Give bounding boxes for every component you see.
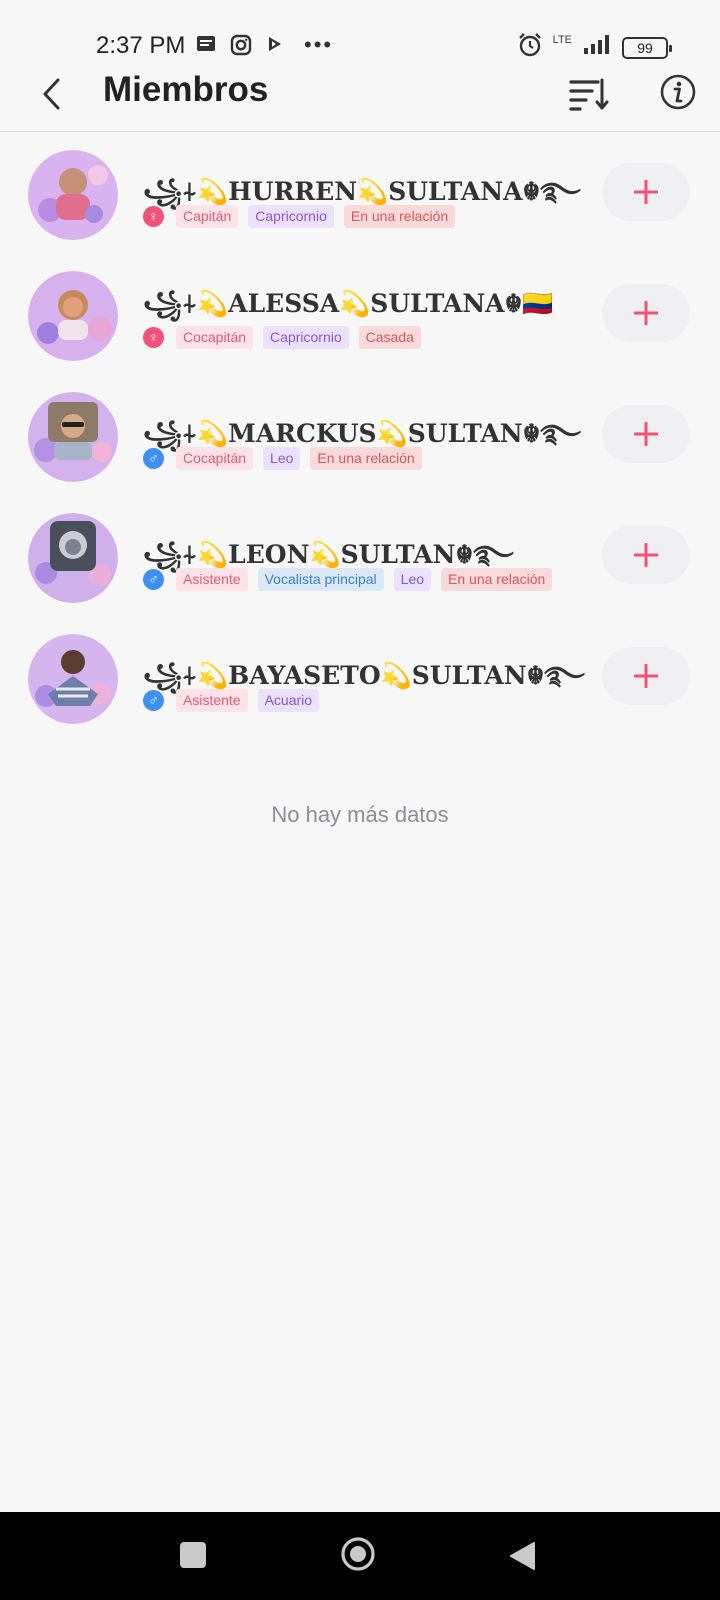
more-dots-icon: •••	[304, 32, 334, 57]
no-more-data-text: No hay más datos	[271, 802, 449, 827]
recents-square-icon[interactable]	[180, 1542, 206, 1568]
system-nav-bar	[0, 1512, 720, 1600]
role-tag: Asistente	[176, 689, 248, 712]
relationship-tag: En una relación	[343, 205, 456, 228]
add-member-button[interactable]	[602, 284, 690, 342]
status-right-icons: LTE 99	[517, 32, 672, 63]
sort-icon	[569, 78, 609, 111]
zodiac-tag: Leo	[263, 447, 301, 470]
zodiac-tag: Leo	[393, 568, 432, 591]
instagram-icon	[230, 34, 252, 56]
relationship-tag: En una relación	[310, 447, 422, 470]
info-icon	[660, 74, 696, 110]
female-icon: ♀	[143, 327, 164, 348]
avatar[interactable]	[28, 513, 118, 603]
status-time: 2:37 PM	[96, 32, 186, 59]
zodiac-tag: Acuario	[257, 689, 320, 712]
role-tag: Cocapitán	[176, 326, 254, 349]
alarm-icon	[517, 32, 543, 63]
home-circle-icon[interactable]	[340, 1536, 376, 1572]
status-bar: 2:37 PM ••• LTE 99	[0, 0, 720, 60]
avatar[interactable]	[28, 271, 118, 361]
role-tag: Asistente	[176, 568, 248, 591]
member-row[interactable]: ꧁⍭💫LEON💫SULTAN☬࿐ ♂ Asistente Vocalista p…	[0, 496, 720, 617]
member-row[interactable]: ꧁⍭💫BAYASETO💫SULTAN☬࿐ ♂ Asistente Acuario	[0, 617, 720, 738]
member-row[interactable]: ꧁⍭💫MARCKUS💫SULTAN☬࿐ ♂ Cocapitán Leo En u…	[0, 375, 720, 496]
plus-icon	[634, 180, 658, 204]
sort-button[interactable]	[568, 74, 612, 114]
relationship-tag: Casada	[358, 326, 421, 349]
play-icon	[264, 34, 286, 56]
add-member-button[interactable]	[602, 163, 690, 221]
plus-icon	[634, 664, 658, 688]
member-row[interactable]: ꧁⍭💫HURREN💫SULTANA☬࿐ ♀ Capitán Capricorni…	[0, 133, 720, 254]
add-member-button[interactable]	[602, 405, 690, 463]
member-tags: ♂ Asistente Vocalista principal Leo En u…	[143, 568, 553, 591]
plus-icon	[634, 543, 658, 567]
member-tags: ♂ Cocapitán Leo En una relación	[143, 447, 422, 470]
members-list: ꧁⍭💫HURREN💫SULTANA☬࿐ ♀ Capitán Capricorni…	[0, 133, 720, 738]
network-type: LTE	[552, 33, 572, 46]
male-icon: ♂	[143, 448, 164, 469]
avatar[interactable]	[28, 392, 118, 482]
info-button[interactable]	[658, 72, 698, 112]
role-tag: Capitán	[176, 205, 239, 228]
member-row[interactable]: ꧁⍭💫ALESSA💫SULTANA☬🇨🇴 ♀ Cocapitán Caprico…	[0, 254, 720, 375]
female-icon: ♀	[143, 206, 164, 227]
relationship-tag: En una relación	[441, 568, 553, 591]
plus-icon	[634, 422, 658, 446]
member-tags: ♂ Asistente Acuario	[143, 689, 320, 712]
back-arrow-icon	[43, 78, 60, 110]
member-tags: ♀ Cocapitán Capricornio Casada	[143, 326, 421, 349]
header: Miembros	[0, 60, 720, 132]
back-triangle-icon[interactable]	[507, 1540, 537, 1572]
add-member-button[interactable]	[602, 526, 690, 584]
member-tags: ♀ Capitán Capricornio En una relación	[143, 205, 456, 228]
male-icon: ♂	[143, 569, 164, 590]
position-tag: Vocalista principal	[257, 568, 384, 591]
back-button[interactable]	[34, 72, 74, 116]
zodiac-tag: Capricornio	[248, 205, 334, 228]
add-member-button[interactable]	[602, 647, 690, 705]
zodiac-tag: Capricornio	[263, 326, 349, 349]
status-left-icons: •••	[196, 34, 333, 56]
message-icon	[196, 34, 218, 56]
male-icon: ♂	[143, 690, 164, 711]
page-title: Miembros	[103, 70, 269, 109]
battery-icon: 99	[622, 36, 672, 59]
signal-icon	[582, 34, 612, 61]
avatar[interactable]	[28, 634, 118, 724]
plus-icon	[634, 301, 658, 325]
avatar[interactable]	[28, 150, 118, 240]
role-tag: Cocapitán	[176, 447, 254, 470]
